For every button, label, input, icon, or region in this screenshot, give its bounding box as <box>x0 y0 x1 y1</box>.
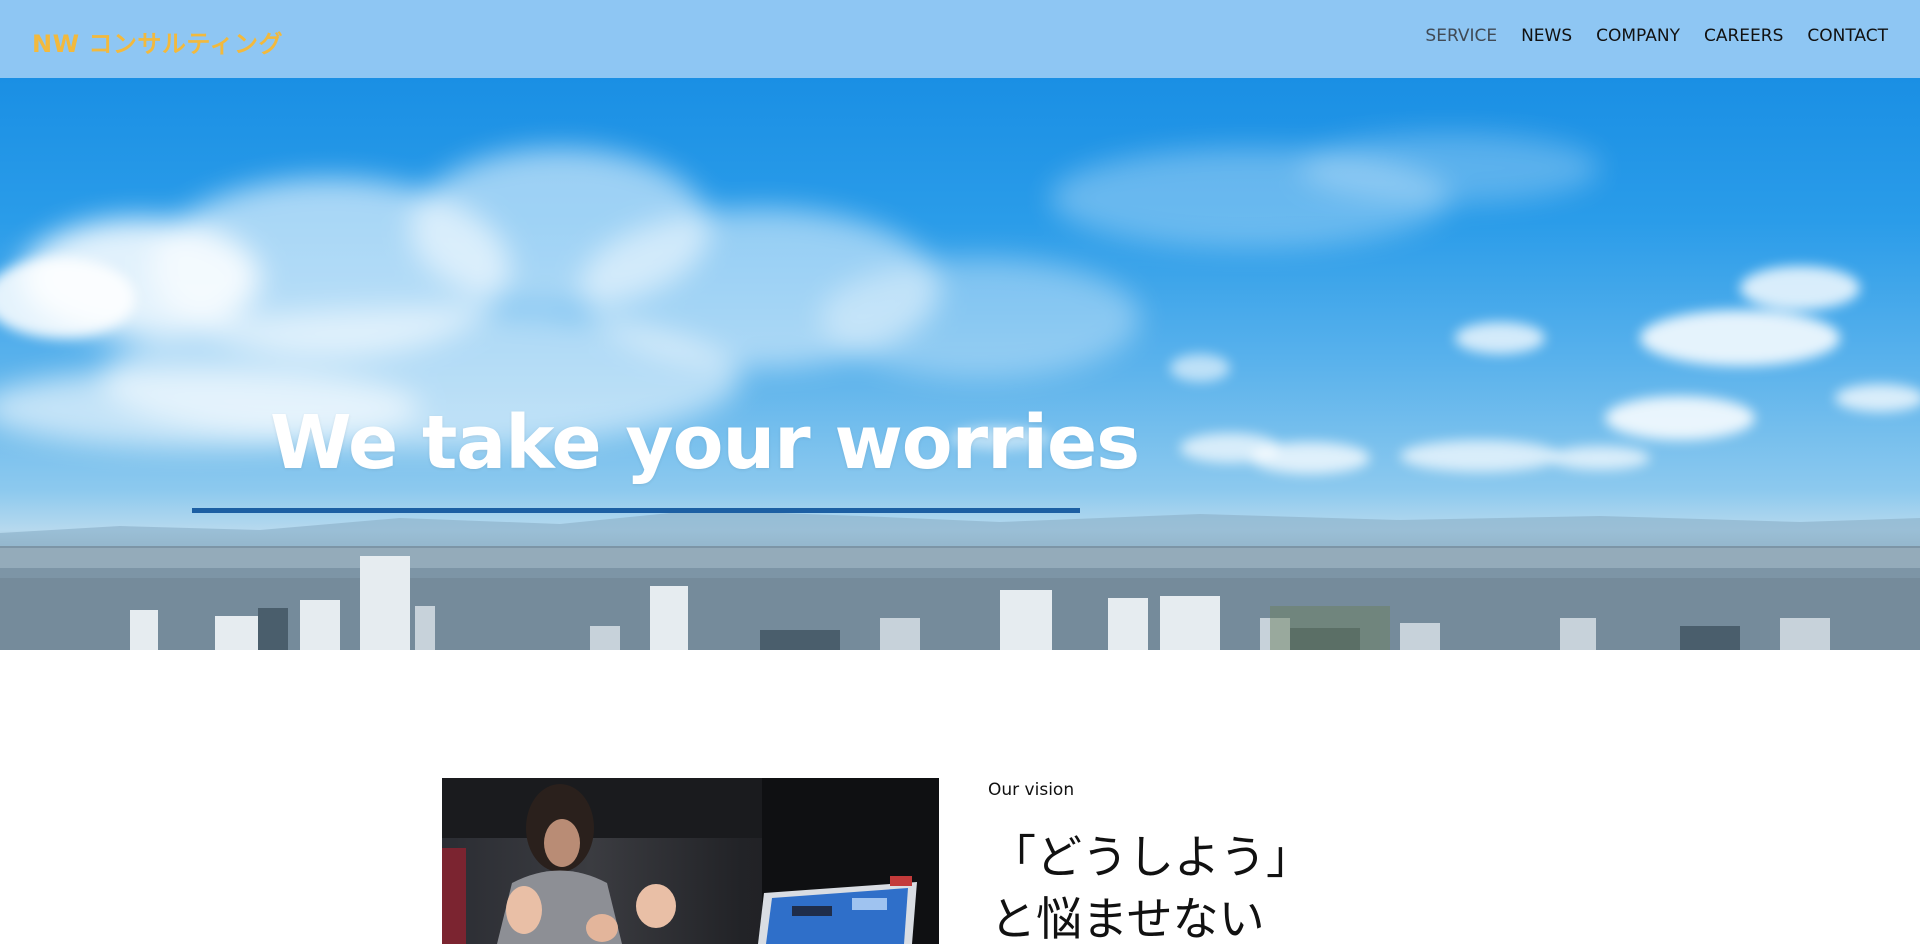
global-nav: SERVICE NEWS COMPANY CAREERS CONTACT <box>1425 26 1888 46</box>
meeting-photo <box>442 778 939 944</box>
hero-image <box>0 133 1920 650</box>
vision-image <box>442 778 939 944</box>
hero-title: We take your worries <box>270 400 1140 486</box>
nav-link-news[interactable]: NEWS <box>1521 26 1572 46</box>
vision-label: Our vision <box>988 780 1075 800</box>
site-logo[interactable]: NW コンサルティング <box>32 24 283 59</box>
site-header: NW コンサルティング SERVICE NEWS COMPANY CAREERS… <box>0 0 1920 78</box>
vision-heading-line1: 「どうしよう」 <box>990 830 1312 884</box>
nav-link-service[interactable]: SERVICE <box>1425 26 1497 46</box>
hero-section: We take your worries <box>0 78 1920 650</box>
nav-link-contact[interactable]: CONTACT <box>1807 26 1888 46</box>
vision-heading-line2: と悩ませない <box>990 892 1265 946</box>
nav-link-careers[interactable]: CAREERS <box>1704 26 1783 46</box>
vision-heading: 「どうしよう」 と悩ませない <box>990 826 1312 950</box>
hero-underline <box>192 508 1080 513</box>
nav-link-company[interactable]: COMPANY <box>1596 26 1680 46</box>
